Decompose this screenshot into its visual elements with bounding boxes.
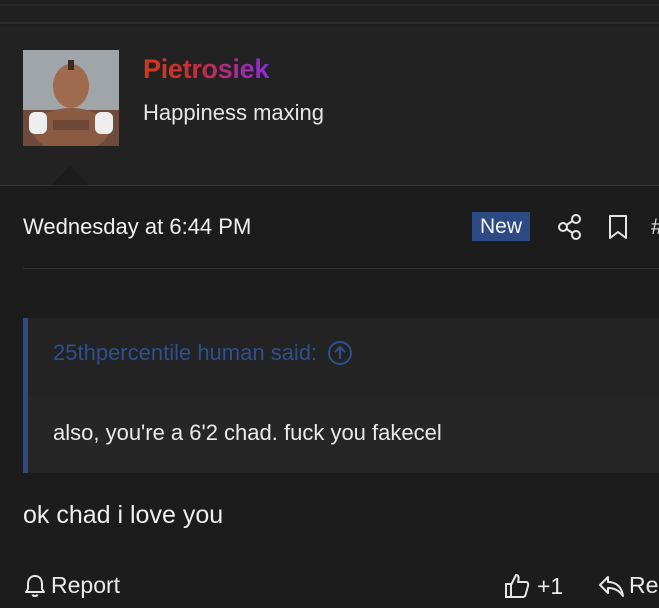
top-strip [0, 0, 659, 24]
quote-block: 25thpercentile human said: also, you're … [23, 318, 659, 473]
quote-header[interactable]: 25thpercentile human said: [53, 340, 353, 366]
reply-label: Re [629, 572, 659, 598]
reply-button[interactable]: Re [597, 572, 658, 599]
like-label: +1 [537, 572, 564, 599]
report-label: Report [51, 572, 121, 598]
new-badge: New [472, 212, 531, 241]
quote-author[interactable]: 25thpercentile human said: [53, 340, 317, 366]
more-icon[interactable]: # [651, 214, 659, 242]
user-panel-arrow [50, 166, 90, 186]
quote-text: also, you're a 6'2 chad. fuck you fakece… [53, 420, 442, 445]
reply-icon [599, 575, 624, 597]
arrow-up-circle-icon[interactable] [327, 340, 353, 366]
post-footer: Report +1 Re [0, 568, 659, 608]
thumbs-up-icon [505, 574, 530, 598]
share-icon[interactable] [557, 213, 583, 241]
bell-icon [25, 574, 45, 597]
divider [23, 268, 659, 269]
user-title: Happiness maxing [143, 100, 324, 125]
like-button[interactable]: +1 [503, 572, 563, 600]
username[interactable]: Pietrosiek [143, 54, 269, 85]
message-text: ok chad i love you [23, 501, 224, 529]
report-button[interactable]: Report [23, 572, 120, 599]
post-meta-bar: Wednesday at 6:44 PM New # [0, 186, 659, 270]
post-date[interactable]: Wednesday at 6:44 PM [23, 214, 251, 240]
avatar-image [23, 50, 119, 146]
avatar[interactable] [23, 50, 119, 146]
user-panel: Pietrosiek Happiness maxing [0, 26, 659, 186]
bookmark-icon[interactable] [606, 213, 630, 241]
quote-body: also, you're a 6'2 chad. fuck you fakece… [28, 396, 659, 473]
